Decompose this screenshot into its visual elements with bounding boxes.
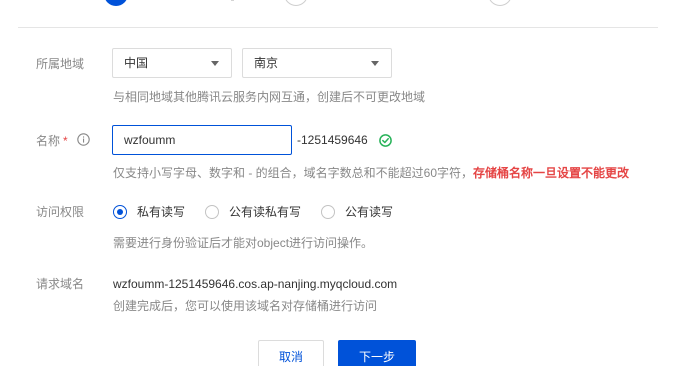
request-domain-label: 请求域名 [36, 277, 85, 291]
check-circle-icon [379, 134, 392, 147]
cancel-button[interactable]: 取消 [258, 340, 324, 366]
name-label: 名称 * [36, 133, 68, 149]
radio-circle [321, 205, 335, 219]
radio-private-read-write[interactable]: 私有读写 [113, 204, 185, 220]
info-icon[interactable] [77, 133, 90, 146]
country-select[interactable]: 中国 [112, 48, 232, 78]
request-domain-value: wzfoumm-1251459646.cos.ap-nanjing.myqclo… [113, 277, 398, 291]
radio-circle [113, 205, 127, 219]
country-select-value: 中国 [124, 56, 149, 70]
name-hint-text: 仅支持小写字母、数字和 - 的组合，域名字数总和不能超过60字符， [113, 166, 474, 180]
appid-suffix: -1251459646 [297, 133, 368, 147]
region-hint: 与相同地域其他腾讯云服务内网互通，创建后不可更改地域 [113, 90, 426, 104]
chevron-down-icon [211, 61, 219, 66]
required-mark: * [63, 134, 68, 148]
city-select[interactable]: 南京 [242, 48, 392, 78]
radio-label: 公有读写 [345, 205, 394, 219]
radio-public-read-private-write[interactable]: 公有读私有写 [205, 204, 301, 220]
next-step-button[interactable]: 下一步 [338, 340, 416, 366]
step-1-indicator [104, 0, 128, 6]
name-label-text: 名称 [36, 134, 61, 148]
request-domain-hint: 创建完成后，您可以使用该域名对存储桶进行访问 [113, 299, 378, 313]
city-select-value: 南京 [254, 56, 279, 70]
region-label: 所属地域 [36, 57, 85, 71]
step-2-indicator [284, 0, 308, 6]
bucket-name-input[interactable] [112, 125, 292, 155]
divider [18, 27, 658, 28]
radio-label: 公有读私有写 [229, 205, 302, 219]
access-hint: 需要进行身份验证后才能对object进行访问操作。 [113, 236, 374, 250]
radio-circle [205, 205, 219, 219]
radio-public-read-write[interactable]: 公有读写 [321, 204, 393, 220]
chevron-down-icon [371, 61, 379, 66]
step-connector [231, 0, 234, 1]
radio-label: 私有读写 [137, 205, 186, 219]
name-warning: 存储桶名称一旦设置不能更改 [473, 166, 630, 180]
step-3-indicator [488, 0, 512, 6]
access-label: 访问权限 [36, 205, 85, 219]
name-hint: 仅支持小写字母、数字和 - 的组合，域名字数总和不能超过60字符，存储桶名称一旦… [113, 165, 629, 181]
